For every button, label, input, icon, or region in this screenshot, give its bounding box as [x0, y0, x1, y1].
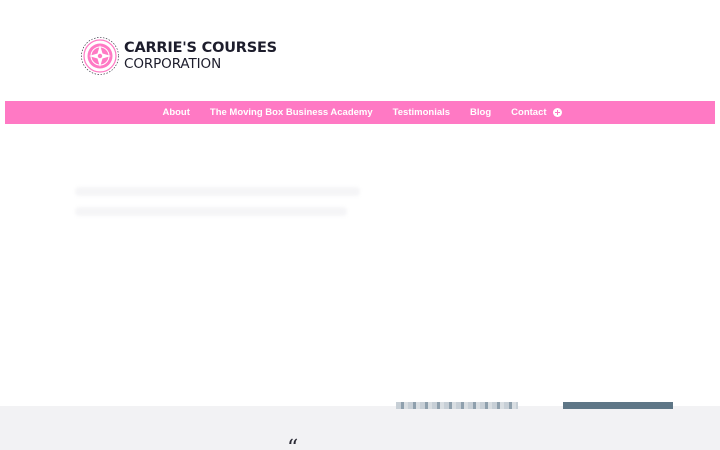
nav-item-blog[interactable]: Blog — [470, 107, 491, 118]
logo-text: CARRIE'S COURSES CORPORATION — [124, 41, 277, 71]
nav-contact-label: Contact — [511, 107, 547, 118]
hero-subheading-faded — [75, 207, 347, 216]
nav-item-moving-box-academy[interactable]: The Moving Box Business Academy — [210, 107, 373, 118]
image-thumbnail — [396, 402, 518, 409]
page: CARRIE'S COURSES CORPORATION About The M… — [0, 0, 720, 450]
nav-list: About The Moving Box Business Academy Te… — [152, 107, 571, 118]
logo-seal-icon — [80, 33, 120, 79]
site-logo[interactable]: CARRIE'S COURSES CORPORATION — [80, 33, 277, 79]
logo-name-line2: CORPORATION — [124, 55, 222, 72]
main-navigation: About The Moving Box Business Academy Te… — [5, 101, 715, 124]
logo-name-line1: CARRIE'S COURSES — [124, 40, 277, 56]
image-thumbnail — [563, 402, 673, 409]
nav-item-testimonials[interactable]: Testimonials — [393, 107, 450, 118]
testimonial-section — [0, 406, 720, 450]
quote-mark-icon: “ — [287, 436, 299, 450]
plus-circle-icon[interactable] — [552, 108, 562, 117]
nav-item-about[interactable]: About — [162, 107, 189, 118]
nav-item-contact[interactable]: Contact — [511, 107, 562, 118]
hero-heading-faded — [75, 187, 360, 196]
